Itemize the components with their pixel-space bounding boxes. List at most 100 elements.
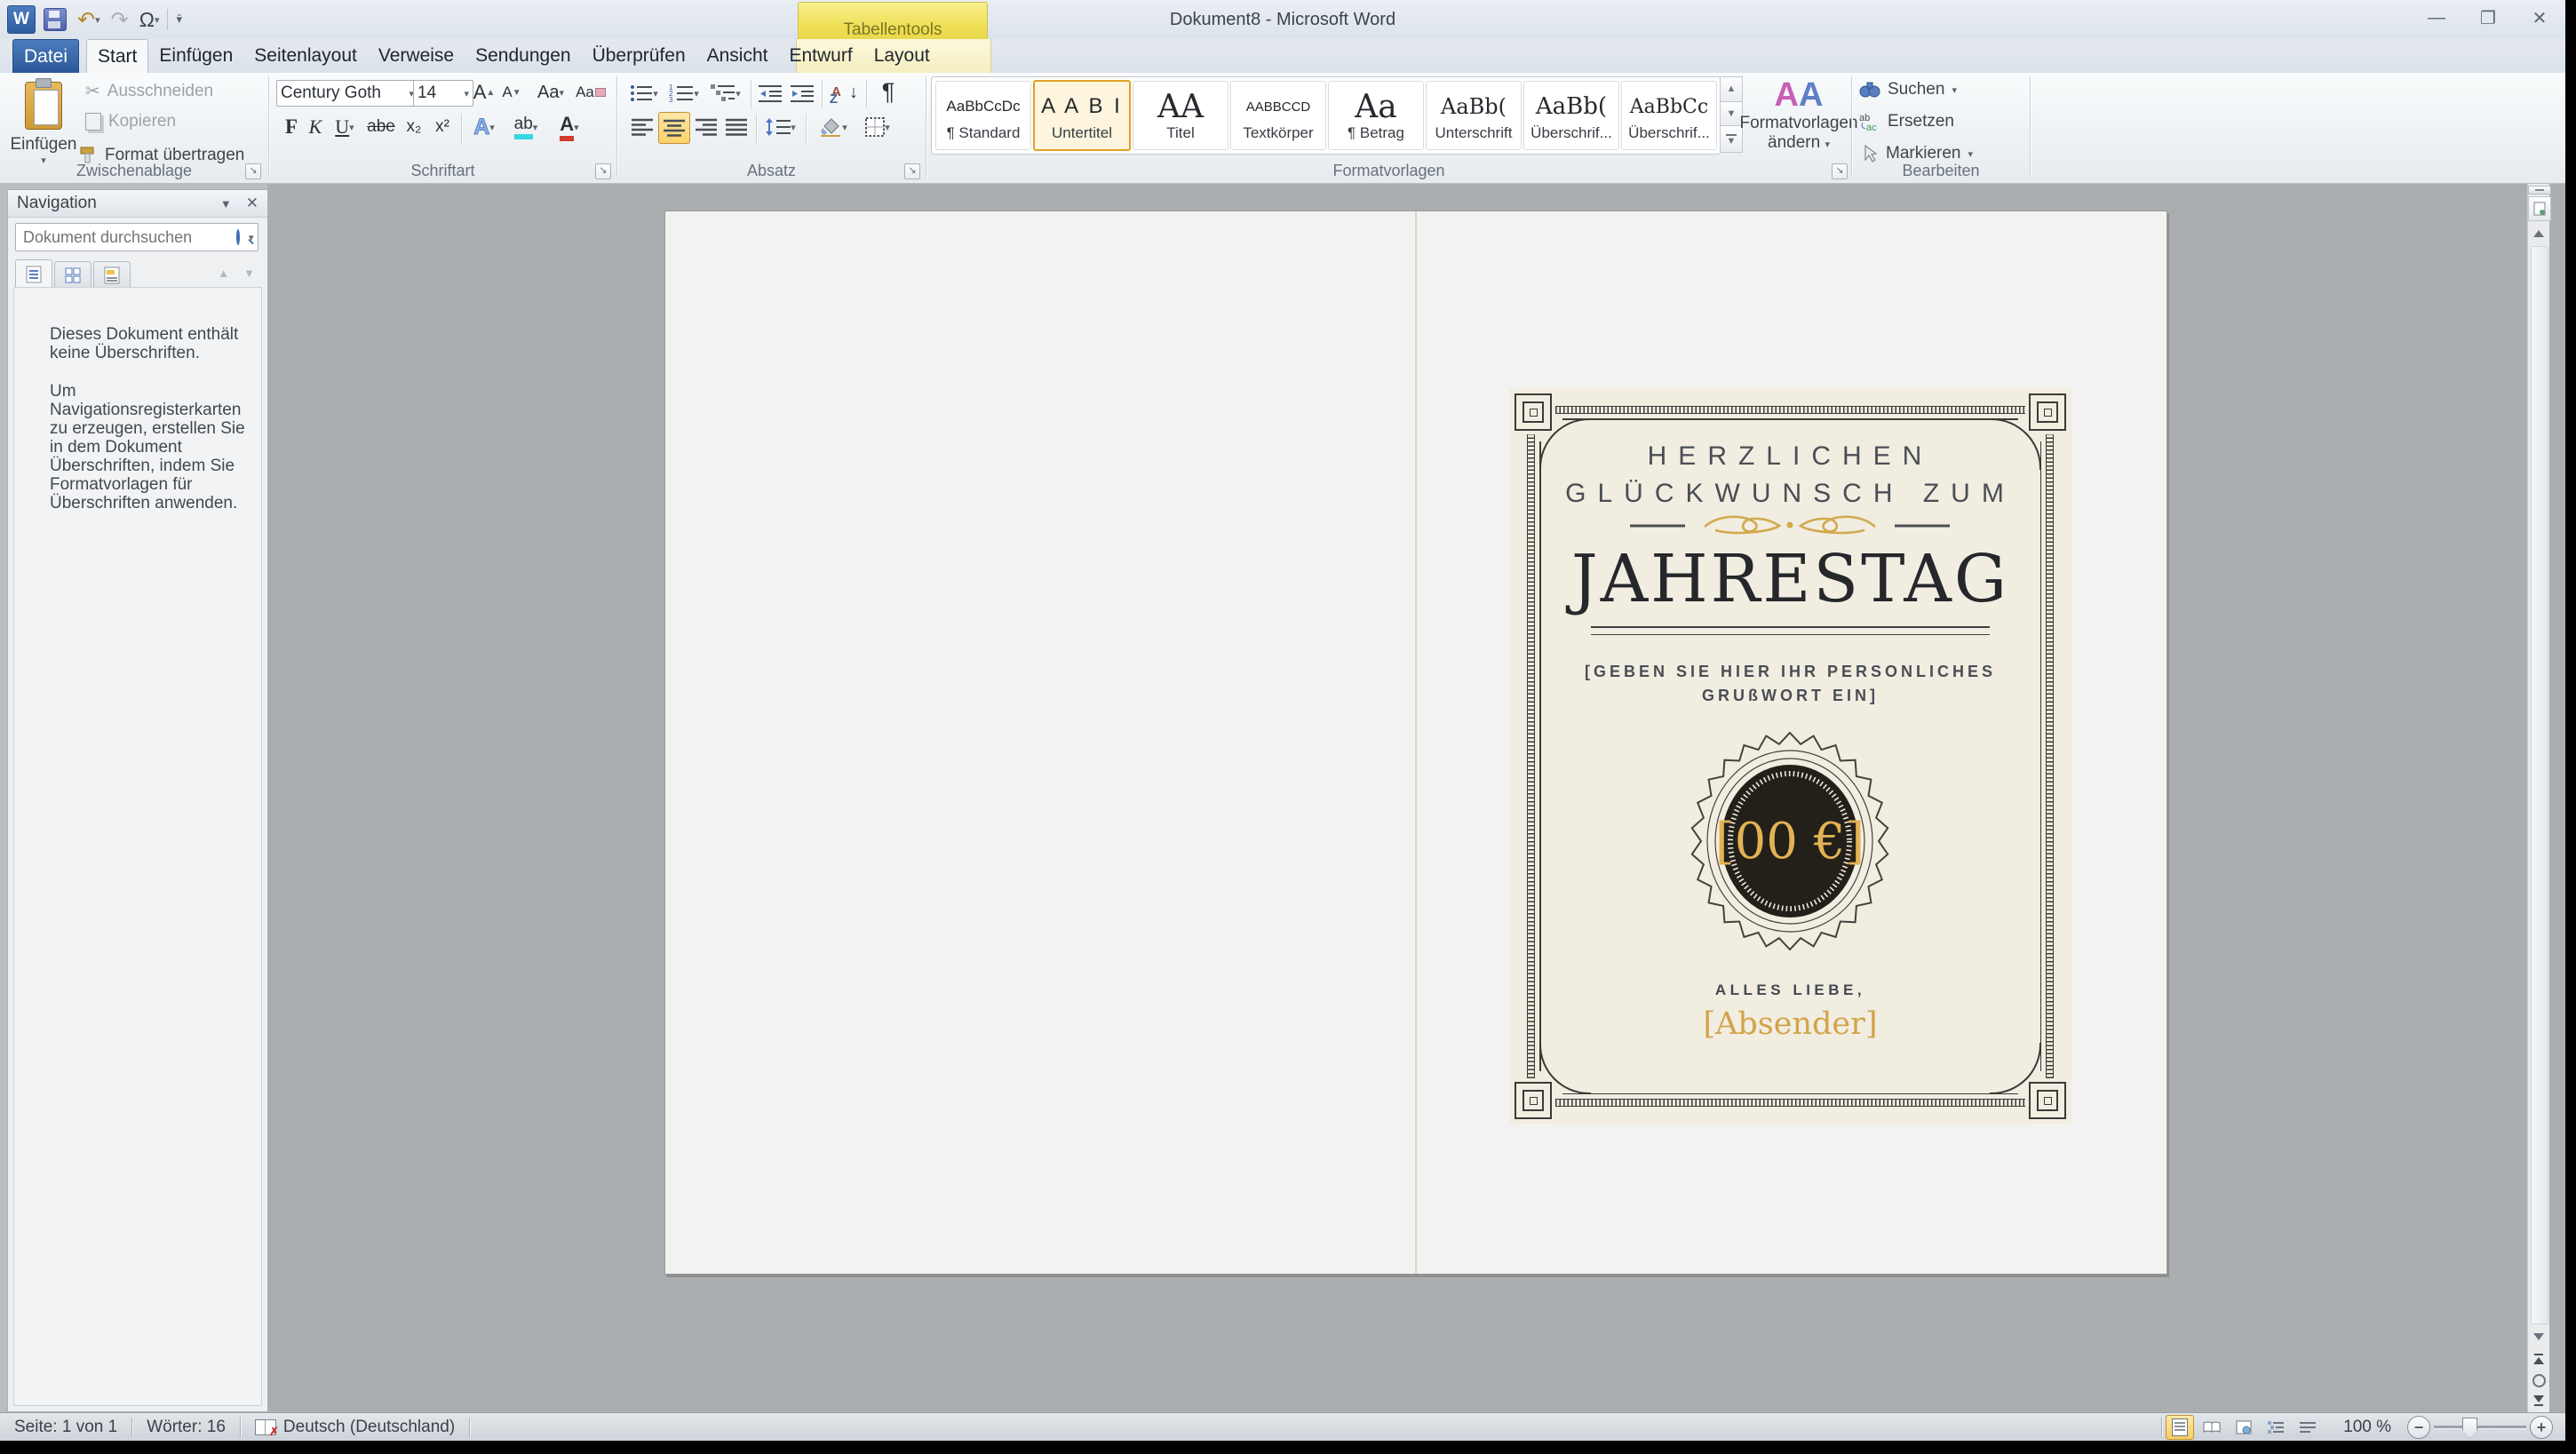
decrease-indent-button[interactable] (756, 82, 784, 105)
pane-close-icon[interactable]: ✕ (246, 195, 258, 212)
multilevel-list-button[interactable]: ▾ (706, 82, 745, 105)
amount-placeholder[interactable]: [00 €] (1690, 731, 1890, 951)
line-spacing-button[interactable]: ▾ (761, 114, 800, 140)
zoom-slider[interactable] (2434, 1417, 2526, 1438)
font-size-combo[interactable]: 14▾ (413, 80, 473, 107)
align-center-button[interactable] (658, 112, 690, 144)
select-button[interactable]: Markieren▾ (1859, 144, 1973, 163)
card-closing[interactable]: ALLES LIEBE, (1509, 981, 2071, 999)
clear-formatting-button[interactable]: Aa (575, 80, 607, 105)
copy-button[interactable]: Kopieren (85, 112, 176, 131)
tab-browse-pages[interactable] (54, 261, 91, 289)
close-button[interactable]: ✕ (2526, 7, 2553, 29)
tab-einfuegen[interactable]: Einfügen (148, 39, 243, 73)
numbering-button[interactable]: 123▾ (665, 82, 703, 105)
zoom-out-button[interactable]: − (2407, 1416, 2430, 1439)
previous-page-button[interactable] (2528, 1349, 2549, 1369)
style-titel[interactable]: AA Titel (1133, 81, 1228, 150)
gift-card[interactable]: HERZLICHEN GLÜCKWUNSCH ZUM JAHRESTAG [GE… (1509, 388, 2071, 1124)
search-input[interactable] (16, 228, 236, 247)
strikethrough-button[interactable]: abe (363, 114, 399, 140)
replace-button[interactable]: abac Ersetzen (1859, 112, 1954, 131)
change-styles-button[interactable]: AA Formatvorlagen ändern ▾ (1751, 76, 1847, 174)
tab-browse-headings[interactable] (15, 259, 52, 289)
tab-ueberpruefen[interactable]: Überprüfen (582, 39, 696, 73)
tab-verweise[interactable]: Verweise (368, 39, 465, 73)
document-page[interactable]: HERZLICHEN GLÜCKWUNSCH ZUM JAHRESTAG [GE… (664, 211, 2167, 1275)
highlight-button[interactable]: ab▾ (505, 114, 546, 140)
scrollbar-thumb[interactable] (2531, 246, 2548, 1324)
tab-entwurf[interactable]: Entwurf (779, 39, 863, 73)
card-sender-placeholder[interactable]: [Absender] (1509, 1006, 2071, 1042)
tab-datei[interactable]: Datei (12, 39, 79, 73)
fullscreen-reading-view-button[interactable] (2198, 1415, 2226, 1440)
clipboard-dialog-launcher[interactable]: ↘ (245, 163, 261, 179)
borders-button[interactable]: ▾ (857, 114, 898, 140)
vertical-scrollbar[interactable] (2527, 184, 2549, 1412)
tab-layout[interactable]: Layout (863, 39, 941, 73)
bold-button[interactable]: F (280, 114, 303, 140)
restore-button[interactable]: ❐ (2475, 7, 2501, 29)
justify-button[interactable] (722, 114, 751, 140)
font-dialog-launcher[interactable]: ↘ (595, 163, 611, 179)
page-count-indicator[interactable]: Seite: 1 von 1 (0, 1413, 131, 1441)
text-effects-button[interactable]: A▾ (466, 114, 502, 140)
split-handle[interactable] (2528, 186, 2551, 195)
next-page-button[interactable] (2528, 1391, 2549, 1410)
style-standard[interactable]: AaBbCcDc ¶ Standard (935, 81, 1031, 150)
outline-view-button[interactable] (2262, 1415, 2290, 1440)
align-left-button[interactable] (628, 114, 656, 140)
gallery-scroll-up-button[interactable]: ▲ (1720, 76, 1743, 102)
draft-view-button[interactable] (2294, 1415, 2322, 1440)
grow-font-button[interactable]: A▲ (470, 80, 498, 105)
navigation-search-box[interactable]: ▾ (15, 223, 258, 251)
tab-seitenlayout[interactable]: Seitenlayout (243, 39, 368, 73)
print-layout-view-button[interactable] (2166, 1415, 2194, 1440)
style-textkoerper[interactable]: AABBCCD Textkörper (1230, 81, 1326, 150)
font-color-button[interactable]: A▾ (550, 114, 589, 140)
shading-button[interactable]: ▾ (813, 114, 854, 140)
card-title[interactable]: JAHRESTAG (1509, 541, 2071, 617)
increase-indent-button[interactable] (788, 82, 816, 105)
subscript-button[interactable]: x₂ (401, 114, 427, 140)
style-untertitel[interactable]: A A B I Untertitel (1033, 80, 1131, 151)
zoom-in-button[interactable]: + (2530, 1416, 2553, 1439)
change-case-button[interactable]: Aa▾ (532, 80, 569, 105)
find-button[interactable]: Suchen▾ (1859, 80, 1957, 99)
align-right-button[interactable] (692, 114, 720, 140)
paragraph-dialog-launcher[interactable]: ↘ (904, 163, 920, 179)
pane-options-icon[interactable]: ▼ (220, 197, 232, 211)
next-heading-icon[interactable]: ▼ (243, 266, 255, 280)
card-greeting-placeholder[interactable]: [GEBEN SIE HIER IHR PERSONLICHES GRUßWOR… (1509, 660, 2071, 708)
show-paragraph-marks-button[interactable]: ¶ (873, 76, 903, 107)
shrink-font-button[interactable]: A▼ (498, 80, 525, 105)
minimize-button[interactable]: — (2423, 8, 2450, 28)
underline-button[interactable]: U▾ (328, 114, 362, 140)
sort-button[interactable]: A Z ↓ (829, 78, 861, 107)
tab-browse-results[interactable] (93, 261, 131, 289)
styles-dialog-launcher[interactable]: ↘ (1832, 163, 1848, 179)
browse-object-button[interactable] (2528, 196, 2551, 221)
card-heading[interactable]: HERZLICHEN GLÜCKWUNSCH ZUM (1509, 438, 2071, 512)
superscript-button[interactable]: x² (429, 114, 456, 140)
bullets-button[interactable]: ▾ (626, 82, 662, 105)
cut-button[interactable]: ✂ Ausschneiden (85, 80, 213, 102)
tab-start[interactable]: Start (86, 39, 148, 73)
previous-heading-icon[interactable]: ▲ (218, 266, 229, 280)
amount-seal[interactable]: [00 €] (1690, 731, 1890, 951)
word-count-indicator[interactable]: Wörter: 16 (132, 1413, 240, 1441)
style-unterschrift[interactable]: AaBb( Unterschrift (1426, 81, 1522, 150)
italic-button[interactable]: K (305, 114, 326, 140)
scroll-up-button[interactable] (2528, 223, 2549, 244)
scroll-down-button[interactable] (2528, 1326, 2549, 1347)
style-ueberschrift-2[interactable]: AaBbCc Überschrif... (1621, 81, 1717, 150)
tab-sendungen[interactable]: Sendungen (465, 39, 581, 73)
font-name-combo[interactable]: Century Goth▾ (276, 80, 418, 107)
language-indicator[interactable]: Deutsch (Deutschland) (241, 1413, 469, 1441)
style-ueberschrift-1[interactable]: AaBb( Überschrif... (1523, 81, 1619, 150)
select-browse-object-button[interactable] (2528, 1371, 2549, 1390)
zoom-level-label[interactable]: 100 % (2343, 1418, 2391, 1437)
tab-ansicht[interactable]: Ansicht (696, 39, 779, 73)
style-betrag[interactable]: Aa ¶ Betrag (1328, 81, 1424, 150)
search-icon[interactable] (236, 229, 240, 245)
